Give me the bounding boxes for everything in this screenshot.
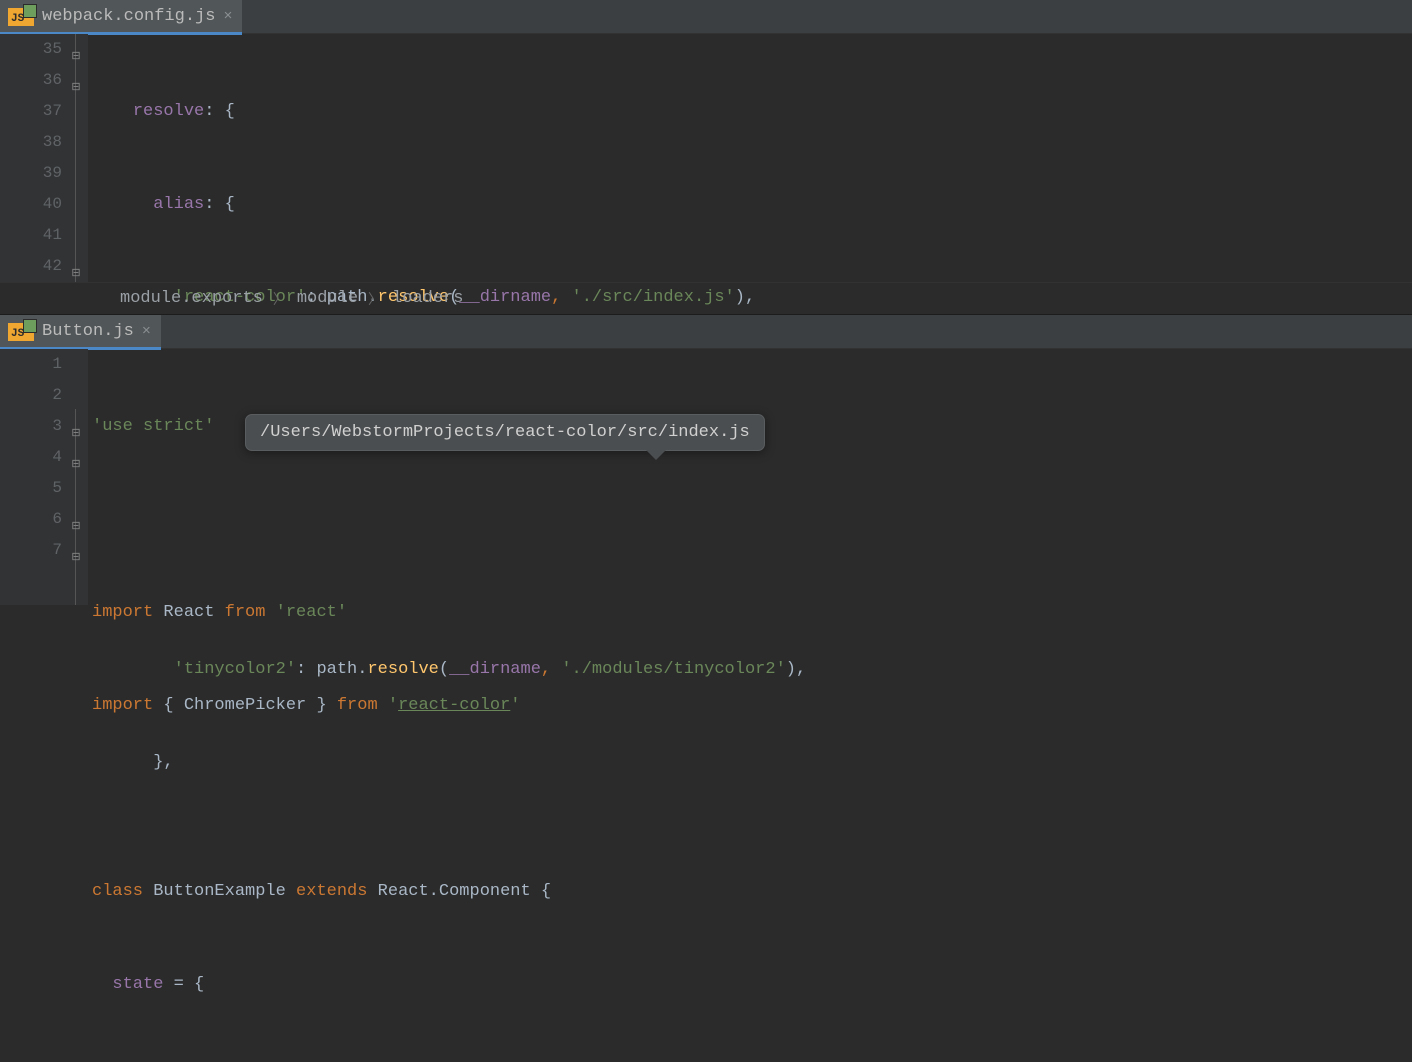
line-gutter: 35 36 37 38 39 40 41 42 ⊟ ⊟ ⊟: [0, 34, 88, 282]
close-icon[interactable]: ×: [223, 8, 232, 25]
line-gutter: 1 2 3 4 5 6 7 ⊟ ⊟ ⊟ ⊟: [0, 349, 88, 605]
code-area[interactable]: resolve: { alias: { 'react-color': path.…: [88, 34, 847, 282]
tab-button-js[interactable]: JS Button.js ×: [0, 315, 161, 349]
tab-bar: JS Button.js ×: [0, 315, 1412, 349]
chevron-right-icon: 〉: [273, 289, 287, 309]
js-file-icon: JS: [8, 8, 34, 26]
code-area[interactable]: 'use strict' import React from 'react' i…: [88, 349, 551, 605]
chevron-right-icon: 〉: [368, 289, 382, 309]
fold-marker-icon[interactable]: ⊟: [70, 42, 82, 73]
path-tooltip: /Users/WebstormProjects/react-color/src/…: [245, 414, 765, 451]
js-file-icon: JS: [8, 323, 34, 341]
tab-label: Button.js: [42, 322, 134, 341]
code-editor[interactable]: 35 36 37 38 39 40 41 42 ⊟ ⊟ ⊟ resolve: {…: [0, 34, 1412, 282]
tab-webpack-config[interactable]: JS webpack.config.js ×: [0, 0, 242, 34]
code-editor[interactable]: 1 2 3 4 5 6 7 ⊟ ⊟ ⊟ ⊟ 'use strict' impor…: [0, 349, 1412, 605]
breadcrumb-item[interactable]: module: [297, 289, 358, 308]
editor-pane-webpack: JS webpack.config.js × 35 36 37 38 39 40…: [0, 0, 1412, 314]
breadcrumb-item[interactable]: module.exports: [120, 289, 263, 308]
editor-pane-button: JS Button.js × 1 2 3 4 5 6 7 ⊟ ⊟ ⊟ ⊟ 'us…: [0, 315, 1412, 605]
close-icon[interactable]: ×: [142, 323, 151, 340]
module-link[interactable]: react-color: [398, 696, 510, 715]
fold-end-icon[interactable]: ⊟: [70, 259, 82, 290]
tab-label: webpack.config.js: [42, 7, 215, 26]
breadcrumb-item[interactable]: loaders: [392, 289, 463, 308]
fold-rail: ⊟ ⊟ ⊟: [64, 34, 88, 282]
fold-rail: ⊟ ⊟ ⊟ ⊟: [64, 349, 88, 605]
fold-marker-icon[interactable]: ⊟: [70, 512, 82, 543]
fold-marker-icon[interactable]: ⊟: [70, 419, 82, 450]
tab-bar: JS webpack.config.js ×: [0, 0, 1412, 34]
fold-marker-icon[interactable]: ⊟: [70, 450, 82, 481]
fold-marker-icon[interactable]: ⊟: [70, 543, 82, 574]
fold-marker-icon[interactable]: ⊟: [70, 73, 82, 104]
